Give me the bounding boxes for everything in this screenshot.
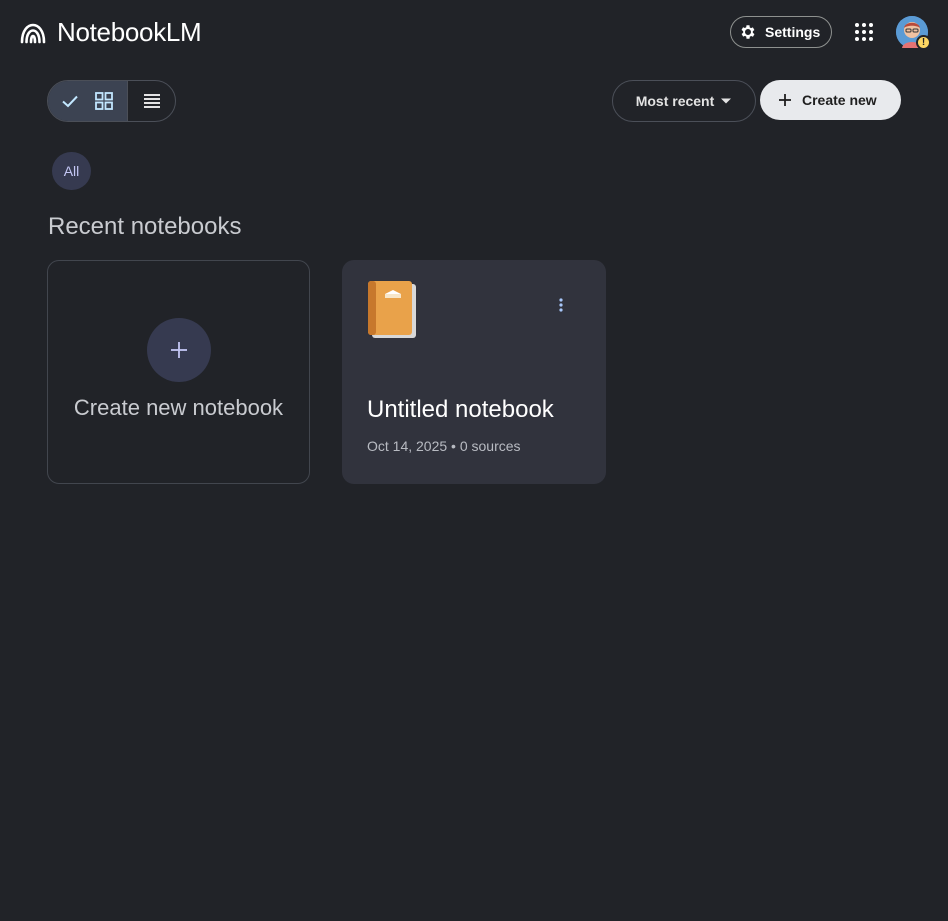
filter-chip-all[interactable]: All xyxy=(52,152,91,190)
gear-icon xyxy=(741,25,755,39)
settings-button[interactable]: Settings xyxy=(730,16,832,48)
check-icon xyxy=(62,95,78,108)
create-new-label: Create new xyxy=(802,92,877,108)
grid-view-button[interactable] xyxy=(48,81,127,121)
notebook-emoji-icon xyxy=(368,281,416,338)
caret-down-icon xyxy=(721,98,732,104)
notebook-meta: Oct 14, 2025 • 0 sources xyxy=(367,438,521,454)
create-new-notebook-label: Create new notebook xyxy=(73,395,284,420)
account-avatar[interactable]: ! xyxy=(896,16,931,50)
more-vert-icon xyxy=(559,298,563,312)
list-view-button[interactable] xyxy=(127,81,175,121)
plus-icon xyxy=(779,94,791,106)
notebook-title: Untitled notebook xyxy=(367,396,554,423)
create-new-button[interactable]: Create new xyxy=(760,80,901,120)
sort-label: Most recent xyxy=(635,93,715,109)
apps-grid-icon[interactable] xyxy=(852,20,876,44)
plus-icon xyxy=(147,318,211,382)
notebooklm-logo-icon xyxy=(20,23,46,43)
app-title: NotebookLM xyxy=(57,17,202,47)
settings-label: Settings xyxy=(765,24,821,40)
notebook-card[interactable]: Untitled notebook Oct 14, 2025 • 0 sourc… xyxy=(342,260,606,484)
view-mode-toggle xyxy=(47,80,176,122)
more-options-button[interactable] xyxy=(549,293,573,317)
filter-chip-label: All xyxy=(63,163,80,179)
top-app-bar: NotebookLM Settings ! xyxy=(0,0,948,64)
sort-dropdown[interactable]: Most recent xyxy=(612,80,756,122)
grid-view-icon xyxy=(95,92,113,110)
app-logo[interactable]: NotebookLM xyxy=(19,17,202,48)
warning-badge: ! xyxy=(916,35,931,50)
section-title: Recent notebooks xyxy=(48,213,242,240)
list-view-icon xyxy=(143,94,160,108)
create-new-notebook-card[interactable]: Create new notebook xyxy=(47,260,310,484)
